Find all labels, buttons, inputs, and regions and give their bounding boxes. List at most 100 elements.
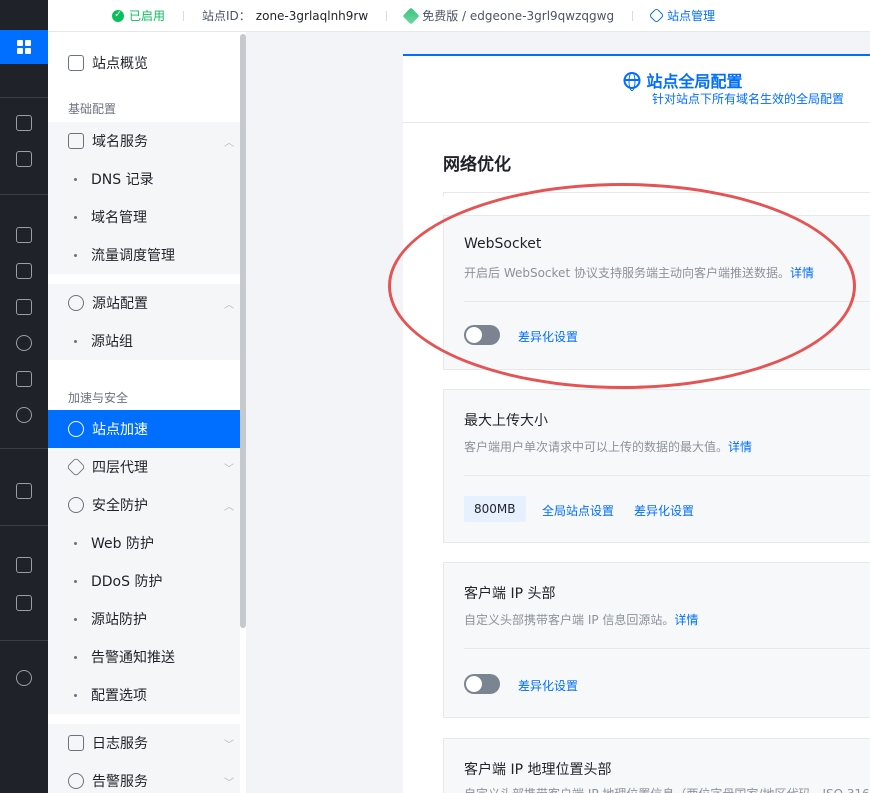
client-ip-desc: 自定义头部携带客户端 IP 信息回源站。详情 (464, 611, 698, 628)
bullet-icon (74, 693, 77, 697)
page-title: 站点全局配置 (623, 68, 743, 92)
websocket-desc: 开启后 WebSocket 协议支持服务端主动向客户端推送数据。详情 (464, 264, 814, 281)
sidebar-item-security[interactable]: 安全防护 ︿ (48, 486, 240, 524)
monitor-icon[interactable] (16, 115, 32, 131)
chevron-up-icon: ︿ (224, 299, 234, 311)
search-icon[interactable] (16, 407, 32, 423)
websocket-detail-link[interactable]: 详情 (790, 266, 814, 280)
websocket-desc-text: 开启后 WebSocket 协议支持服务端主动向客户端推送数据。 (464, 266, 790, 280)
sidebar-item-label: DNS 记录 (91, 172, 154, 188)
rail-divider (0, 525, 48, 526)
client-ip-header-card: 客户端 IP 头部 自定义头部携带客户端 IP 信息回源站。详情 差异化设置 (443, 562, 870, 718)
separator (183, 10, 185, 21)
rail-divider (0, 640, 48, 641)
gear-icon (648, 7, 665, 24)
sidebar-item-label: 源站配置 (92, 296, 148, 312)
chevron-up-icon: ︿ (224, 501, 234, 513)
client-ip-toggle[interactable] (464, 674, 500, 694)
zone-id: 站点ID： zone-3grlaqlnh9rw (202, 7, 368, 24)
sidebar-item-ddos-protect[interactable]: DDoS 防护 (48, 562, 240, 600)
bullet-icon (74, 177, 77, 181)
site-status: ✓ 已启用 (112, 7, 165, 24)
separator (632, 10, 634, 21)
separator (386, 10, 388, 21)
max-upload-card: 最大上传大小 客户端用户单次请求中可以上传的数据的最大值。详情 800MB 全局… (443, 389, 870, 543)
sidebar-item-log-service[interactable]: 日志服务 ﹀ (48, 724, 240, 762)
bullet-icon (74, 655, 77, 659)
dashboard-nav-button[interactable] (0, 30, 48, 64)
client-geo-desc: 自定义头部携带客户端 IP 地理位置信息（两位字母国家/地区代码，ISO 316… (464, 785, 870, 793)
sidebar-item-origin-protect[interactable]: 源站防护 (48, 600, 240, 638)
accel-icon (68, 421, 84, 437)
global-config-header[interactable]: 站点全局配置 (403, 54, 870, 122)
proxy-icon (66, 457, 86, 477)
config-panel: 网络优化 WebSocket 开启后 WebSocket 协议支持服务端主动向客… (403, 122, 870, 793)
plan-info[interactable]: 免费版 / edgeone-3grl9qwzqgwg (402, 7, 615, 24)
bullet-icon (74, 541, 77, 545)
card-divider (464, 648, 870, 649)
sidebar-item-traffic-schedule[interactable]: 流量调度管理 (48, 236, 240, 274)
client-ip-diff-setting-link[interactable]: 差异化设置 (518, 677, 578, 694)
sidebar-item-config-options[interactable]: 配置选项 (48, 676, 240, 714)
log-icon (68, 735, 84, 751)
main-content: 站点全局配置 针对站点下所有域名生效的全局配置 网络优化 WebSocket 开… (246, 32, 870, 793)
board-icon[interactable] (16, 557, 32, 573)
client-ip-detail-link[interactable]: 详情 (674, 613, 698, 627)
bullet-icon (74, 253, 77, 257)
bullet-icon (74, 579, 77, 583)
activity-icon[interactable] (16, 335, 32, 351)
shield-icon[interactable] (16, 151, 32, 167)
sidebar-item-label: 源站组 (91, 334, 133, 350)
card-divider (464, 301, 870, 302)
site-manage-label: 站点管理 (667, 9, 716, 23)
max-upload-detail-link[interactable]: 详情 (728, 440, 752, 454)
max-upload-desc: 客户端用户单次请求中可以上传的数据的最大值。详情 (464, 438, 752, 455)
chevron-up-icon: ︿ (224, 137, 234, 149)
client-geo-header-card: 客户端 IP 地理位置头部 自定义头部携带客户端 IP 地理位置信息（两位字母国… (443, 738, 870, 793)
plan-icon (402, 7, 420, 24)
bullet-icon (74, 339, 77, 343)
sidebar-item-alarm-service[interactable]: 告警服务 ﹀ (48, 762, 240, 793)
rail-divider (0, 448, 48, 449)
card-divider (464, 475, 870, 476)
domain-icon (68, 133, 84, 149)
storage-icon[interactable] (16, 299, 32, 315)
edge-icon[interactable] (16, 670, 32, 686)
image-icon[interactable] (16, 595, 32, 611)
shield-icon (68, 497, 84, 513)
display-icon[interactable] (16, 227, 32, 243)
download-icon[interactable] (16, 263, 32, 279)
sidebar-item-overview[interactable]: 站点概览 (48, 44, 240, 82)
rail-divider (0, 194, 48, 195)
websocket-title: WebSocket (464, 236, 542, 252)
sidebar-item-site-accel[interactable]: 站点加速 (48, 410, 240, 448)
sidebar-item-origin-group[interactable]: 源站组 (48, 322, 240, 360)
ip-icon[interactable] (16, 371, 32, 387)
zone-id-value: zone-3grlaqlnh9rw (255, 8, 369, 23)
sidebar-item-domain-service[interactable]: 域名服务 ︿ (48, 122, 240, 160)
websocket-card: WebSocket 开启后 WebSocket 协议支持服务端主动向客户端推送数… (443, 215, 870, 370)
check-circle-icon: ✓ (112, 9, 124, 22)
site-manage-link[interactable]: 站点管理 (648, 7, 716, 24)
websocket-toggle[interactable] (464, 325, 500, 345)
page-subtitle: 针对站点下所有域名生效的全局配置 (651, 92, 845, 106)
sidebar-item-dns-records[interactable]: DNS 记录 (48, 160, 240, 198)
sidebar-item-label: DDoS 防护 (91, 574, 163, 590)
chevron-down-icon: ﹀ (224, 739, 234, 751)
sidebar-item-origin-config[interactable]: 源站配置 ︿ (48, 284, 240, 322)
max-upload-title: 最大上传大小 (464, 413, 548, 429)
sidebar-item-domain-manage[interactable]: 域名管理 (48, 198, 240, 236)
client-geo-title: 客户端 IP 地理位置头部 (464, 762, 612, 778)
websocket-diff-setting-link[interactable]: 差异化设置 (518, 328, 578, 345)
sidebar-item-l4-proxy[interactable]: 四层代理 ﹀ (48, 448, 240, 486)
max-upload-diff-setting-link[interactable]: 差异化设置 (634, 502, 694, 519)
sidebar-item-label: 配置选项 (91, 688, 147, 704)
global-site-setting-link[interactable]: 全局站点设置 (542, 502, 614, 519)
site-sidebar: 站点概览 基础配置 域名服务 ︿ DNS 记录 域名管理 流量调度管理 源站配置… (48, 32, 246, 793)
plan-text: 免费版 / edgeone-3grl9qwzqgwg (422, 9, 615, 23)
status-text: 已启用 (129, 9, 166, 23)
checklist-icon[interactable] (16, 483, 32, 499)
sidebar-item-alert-push[interactable]: 告警通知推送 (48, 638, 240, 676)
sidebar-item-web-protect[interactable]: Web 防护 (48, 524, 240, 562)
section-divider (443, 192, 870, 197)
